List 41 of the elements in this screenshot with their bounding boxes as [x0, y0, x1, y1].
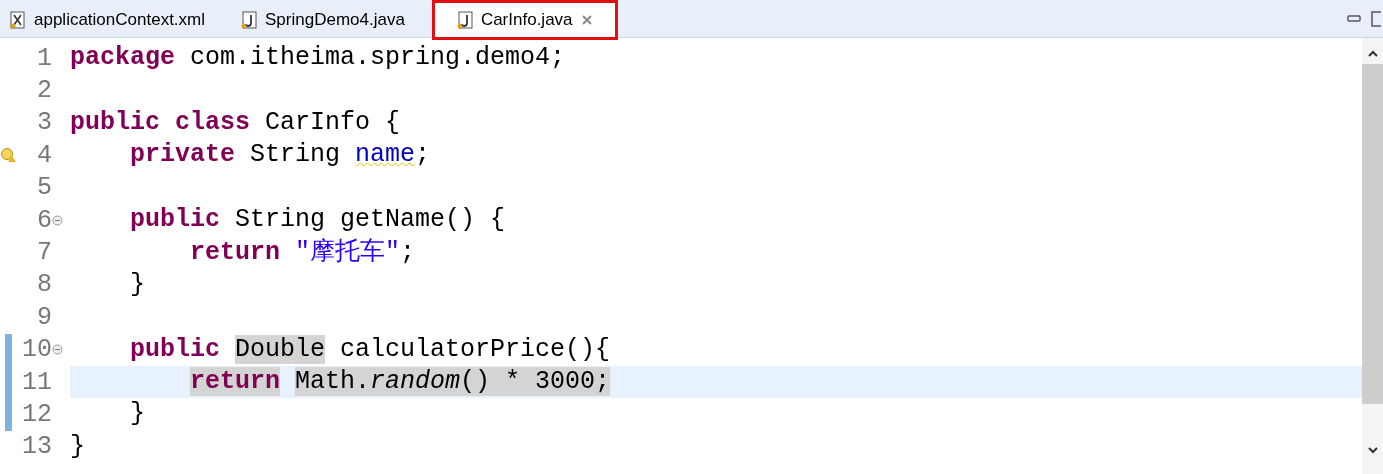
tab-label: applicationContext.xml	[34, 9, 206, 32]
tab-label: CarInfo.java	[480, 9, 573, 32]
line-number: 1	[36, 45, 52, 71]
scroll-up-icon[interactable]	[1367, 50, 1378, 58]
line-number: 13	[22, 434, 52, 460]
line-number: 7	[36, 240, 52, 266]
editor-tab[interactable]: CarInfo.java	[434, 3, 615, 37]
code-line: }	[70, 431, 85, 462]
line-number: 4	[36, 142, 52, 168]
tab-label: SpringDemo4.java	[265, 9, 405, 32]
line-number: 9	[36, 304, 52, 330]
collapse-icon[interactable]	[52, 214, 63, 226]
java-file-icon	[456, 11, 473, 29]
code-line: public Double calculatorPrice(){	[129, 334, 611, 365]
scrollbar-thumb[interactable]	[1362, 64, 1383, 404]
editor-tab[interactable]: applicationContext.xml	[4, 3, 212, 37]
line-number: 10	[22, 337, 52, 363]
code-line: }	[129, 269, 146, 300]
code-line: private String name;	[129, 140, 431, 171]
code-line: }	[129, 399, 146, 430]
code-line: public class CarInfo {	[70, 107, 401, 138]
line-number: 6	[36, 207, 52, 233]
xml-file-icon	[10, 11, 26, 29]
line-number: 5	[36, 175, 52, 201]
code-line: return Math.random() * 3000;	[189, 367, 611, 398]
code-line: public String getName() {	[129, 205, 506, 236]
code-line: package com.itheima.spring.demo4;	[70, 43, 566, 74]
scroll-down-icon[interactable]	[1367, 446, 1378, 454]
line-number: 11	[22, 369, 52, 395]
line-number: 3	[36, 110, 52, 136]
editor-tab[interactable]: SpringDemo4.java	[235, 3, 411, 37]
vertical-scrollbar[interactable]	[1362, 38, 1383, 474]
maximize-icon[interactable]	[1371, 11, 1381, 27]
code-line: return "摩托车";	[189, 237, 416, 268]
minimize-icon[interactable]	[1347, 15, 1361, 23]
line-number: 12	[22, 402, 52, 427]
close-icon[interactable]	[580, 14, 593, 26]
line-number: 8	[36, 272, 52, 298]
collapse-icon[interactable]	[52, 344, 63, 356]
java-file-icon	[241, 11, 258, 29]
line-number: 2	[36, 78, 52, 104]
